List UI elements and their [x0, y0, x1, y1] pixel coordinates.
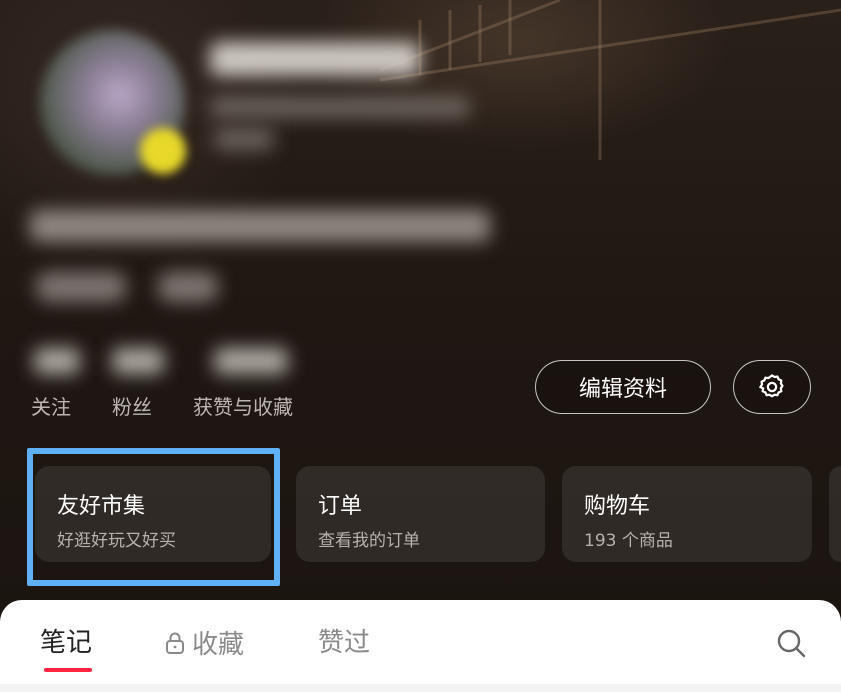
blurred-user-id [210, 96, 470, 118]
cart-card-title: 购物车 [584, 494, 651, 519]
tab-notes[interactable]: 笔记 [40, 622, 92, 659]
cart-card-subtitle: 193 个商品 [584, 531, 673, 551]
lock-icon [166, 632, 184, 654]
following-label[interactable]: 关注 [31, 391, 71, 420]
likes-favorites-label[interactable]: 获赞与收藏 [193, 391, 293, 420]
settings-button[interactable] [733, 360, 811, 414]
cart-card[interactable]: 购物车 193 个商品 [562, 466, 812, 562]
orders-card[interactable]: 订单 查看我的订单 [296, 466, 545, 562]
orders-card-title: 订单 [318, 494, 363, 519]
blurred-following-count [34, 348, 80, 374]
content-tabs-panel [0, 600, 841, 692]
orders-card-subtitle: 查看我的订单 [318, 531, 420, 551]
avatar-badge [140, 128, 186, 174]
blurred-tag [36, 272, 126, 302]
gear-icon [758, 374, 784, 398]
blurred-followers-count [112, 348, 164, 374]
search-icon[interactable] [774, 626, 808, 660]
edit-profile-label: 编辑资料 [578, 377, 667, 402]
partial-card[interactable] [829, 466, 841, 562]
active-tab-indicator [44, 668, 92, 672]
edit-profile-button[interactable]: 编辑资料 [535, 360, 711, 414]
tab-favorites[interactable]: 收藏 [164, 624, 244, 661]
followers-label[interactable]: 粉丝 [112, 391, 152, 420]
blurred-tag [158, 272, 218, 302]
blurred-username [210, 42, 420, 76]
blurred-user-meta [214, 128, 274, 150]
content-area-top [0, 684, 841, 692]
blurred-bio [30, 210, 490, 242]
highlight-box [27, 448, 280, 586]
tab-favorites-label: 收藏 [192, 630, 245, 660]
blurred-likes-count [214, 348, 288, 374]
tab-likes[interactable]: 赞过 [318, 622, 370, 659]
